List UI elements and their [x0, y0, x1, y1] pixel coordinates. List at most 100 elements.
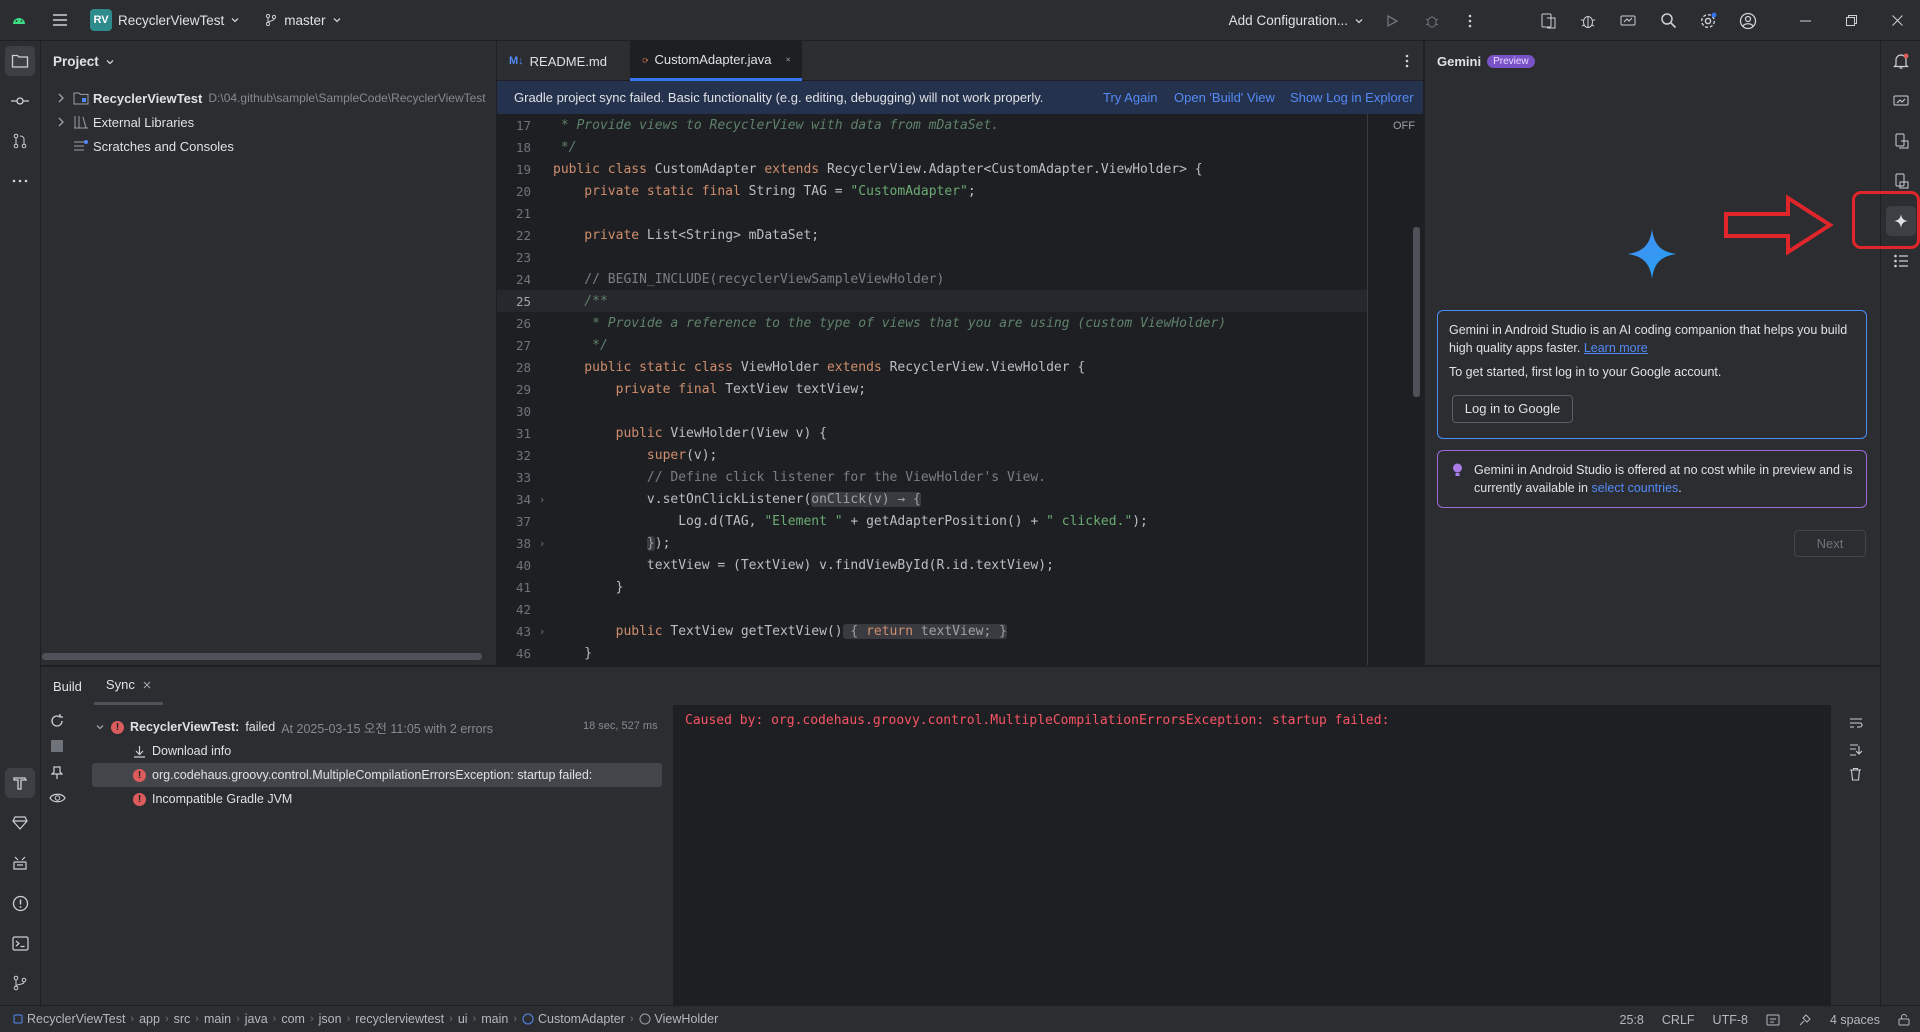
gemini-title: Gemini [1437, 54, 1482, 69]
code-line: 17 * Provide views to RecyclerView with … [515, 117, 1000, 133]
rerun-sync-icon[interactable] [49, 713, 65, 729]
running-devices-button[interactable] [1886, 86, 1916, 116]
tab-readme[interactable]: M↓ README.md [497, 41, 627, 81]
breadcrumb-item[interactable]: app [134, 1012, 165, 1026]
left-tool-strip [0, 41, 41, 1005]
device-manager-icon[interactable] [1528, 0, 1568, 41]
next-button[interactable]: Next [1794, 530, 1866, 557]
fold-toggle-icon[interactable]: › [531, 537, 553, 550]
tree-item-scratches[interactable]: Scratches and Consoles [69, 134, 234, 158]
branch-switcher[interactable]: master [248, 0, 349, 41]
project-view-selector[interactable]: Project [53, 54, 115, 69]
indent-setting[interactable]: 4 spaces [1830, 1013, 1880, 1027]
try-again-link[interactable]: Try Again [1103, 81, 1157, 114]
run-configuration-selector[interactable]: Add Configuration... [1221, 0, 1372, 41]
breadcrumb-item[interactable]: main [476, 1012, 513, 1026]
stop-icon[interactable] [51, 740, 63, 752]
notifications-button[interactable] [1886, 46, 1916, 76]
fold-toggle-icon[interactable]: › [531, 625, 553, 638]
tree-item-external-libraries[interactable]: External Libraries [53, 110, 194, 134]
chevron-right-icon[interactable] [53, 93, 69, 103]
debug-icon[interactable] [1412, 0, 1452, 41]
breadcrumb-item[interactable]: CustomAdapter [517, 1012, 630, 1026]
code-editor[interactable]: 17 * Provide views to RecyclerView with … [497, 114, 1423, 665]
commit-toolwindow-button[interactable] [5, 86, 35, 116]
gemini-panel: Gemini Preview Gemini in Android Studio … [1424, 41, 1880, 665]
inspections-off-toggle[interactable]: OFF [1393, 120, 1415, 132]
build-item-download-info[interactable]: Download info [133, 739, 231, 763]
gemini-intro-text-block: Gemini in Android Studio is an AI coding… [1449, 323, 1848, 355]
build-root-row[interactable]: ! RecyclerViewTest: failed At 2025-03-15… [95, 715, 493, 739]
tree-item-project-root[interactable]: RecyclerViewTest D:\04.github\sample\Sam… [53, 86, 486, 110]
build-toolwindow-button[interactable] [5, 768, 35, 798]
breadcrumb-item[interactable]: src [169, 1012, 196, 1026]
file-encoding[interactable]: UTF-8 [1713, 1013, 1748, 1027]
breadcrumb-item[interactable]: main [199, 1012, 236, 1026]
settings-icon[interactable] [1688, 0, 1728, 41]
restore-button[interactable] [1828, 0, 1874, 41]
structure-button[interactable] [1886, 246, 1916, 276]
breadcrumb-item[interactable]: RecyclerViewTest [8, 1012, 130, 1026]
pull-requests-toolwindow-button[interactable] [5, 126, 35, 156]
editor-vertical-scrollbar[interactable] [1413, 227, 1420, 397]
read-only-toggle-icon[interactable] [1766, 1014, 1780, 1026]
lock-icon[interactable] [1898, 1013, 1910, 1026]
open-build-view-link[interactable]: Open 'Build' View [1174, 81, 1275, 114]
minimize-button[interactable] [1782, 0, 1828, 41]
learn-more-link[interactable]: Learn more [1584, 341, 1648, 355]
close-window-button[interactable] [1874, 0, 1920, 41]
tab-options-icon[interactable] [1405, 54, 1409, 68]
main-menu-button[interactable] [34, 0, 76, 41]
project-switcher[interactable]: RV RecyclerViewTest [76, 0, 248, 41]
java-class-icon [642, 58, 649, 63]
power-save-icon[interactable] [1798, 1013, 1812, 1027]
problems-toolwindow-button[interactable] [5, 888, 35, 918]
fold-toggle-icon[interactable]: › [531, 493, 553, 506]
login-google-button[interactable]: Log in to Google [1452, 395, 1573, 423]
run-icon[interactable] [1372, 0, 1412, 41]
code-line: 27 */ [515, 337, 608, 353]
get-started-text: To get started, first log in to your Goo… [1449, 365, 1722, 379]
breadcrumb-item[interactable]: ViewHolder [634, 1012, 724, 1026]
caret-position[interactable]: 25:8 [1620, 1013, 1644, 1027]
close-tab-icon[interactable] [785, 55, 790, 64]
more-toolwindows-button[interactable] [5, 166, 35, 196]
terminal-icon [11, 935, 29, 951]
tab-custom-adapter[interactable]: CustomAdapter.java [630, 41, 802, 81]
build-console-output[interactable]: Caused by: org.codehaus.groovy.control.M… [673, 705, 1831, 1006]
more-actions-icon[interactable] [1452, 0, 1488, 41]
build-item-incompatible-jvm[interactable]: ! Incompatible Gradle JVM [133, 787, 292, 811]
breadcrumb-item[interactable]: com [276, 1012, 310, 1026]
select-countries-link[interactable]: select countries [1591, 481, 1678, 495]
breadcrumb-item[interactable]: json [314, 1012, 347, 1026]
terminal-toolwindow-button[interactable] [5, 928, 35, 958]
device-manager-toolwindow-button[interactable] [1886, 126, 1916, 156]
eye-icon[interactable] [49, 791, 67, 805]
version-control-toolwindow-button[interactable] [5, 968, 35, 998]
app-inspection-icon[interactable] [1568, 0, 1608, 41]
tab-sync[interactable]: Sync [93, 667, 163, 705]
pin-icon[interactable] [51, 766, 63, 780]
code-line: 31 public ViewHolder(View v) { [515, 425, 827, 441]
line-separator[interactable]: CRLF [1662, 1013, 1695, 1027]
project-horizontal-scrollbar[interactable] [42, 653, 482, 660]
trash-icon[interactable] [1849, 767, 1862, 781]
gradle-toolwindow-button[interactable] [5, 808, 35, 838]
breadcrumb-item[interactable]: ui [453, 1012, 473, 1026]
build-item-compilation-error[interactable]: ! org.codehaus.groovy.control.MultipleCo… [92, 763, 662, 787]
project-toolwindow-button[interactable] [5, 46, 35, 76]
close-tab-icon[interactable] [143, 681, 151, 689]
scroll-to-end-icon[interactable] [1849, 743, 1863, 757]
breadcrumb: RecyclerViewTest › app › src › main › java › … [0, 1012, 723, 1026]
tab-build[interactable]: Build [41, 667, 94, 705]
show-log-link[interactable]: Show Log in Explorer [1290, 81, 1414, 114]
account-icon[interactable] [1728, 0, 1768, 41]
soft-wrap-icon[interactable] [1849, 717, 1863, 729]
device-mirroring-icon[interactable] [1608, 0, 1648, 41]
breadcrumb-item[interactable]: recyclerviewtest [350, 1012, 449, 1026]
folded-lambda[interactable]: onClick(v) → { [811, 491, 921, 507]
search-icon[interactable] [1648, 0, 1688, 41]
logcat-toolwindow-button[interactable] [5, 848, 35, 878]
chevron-right-icon[interactable] [53, 117, 69, 127]
breadcrumb-item[interactable]: java [240, 1012, 273, 1026]
